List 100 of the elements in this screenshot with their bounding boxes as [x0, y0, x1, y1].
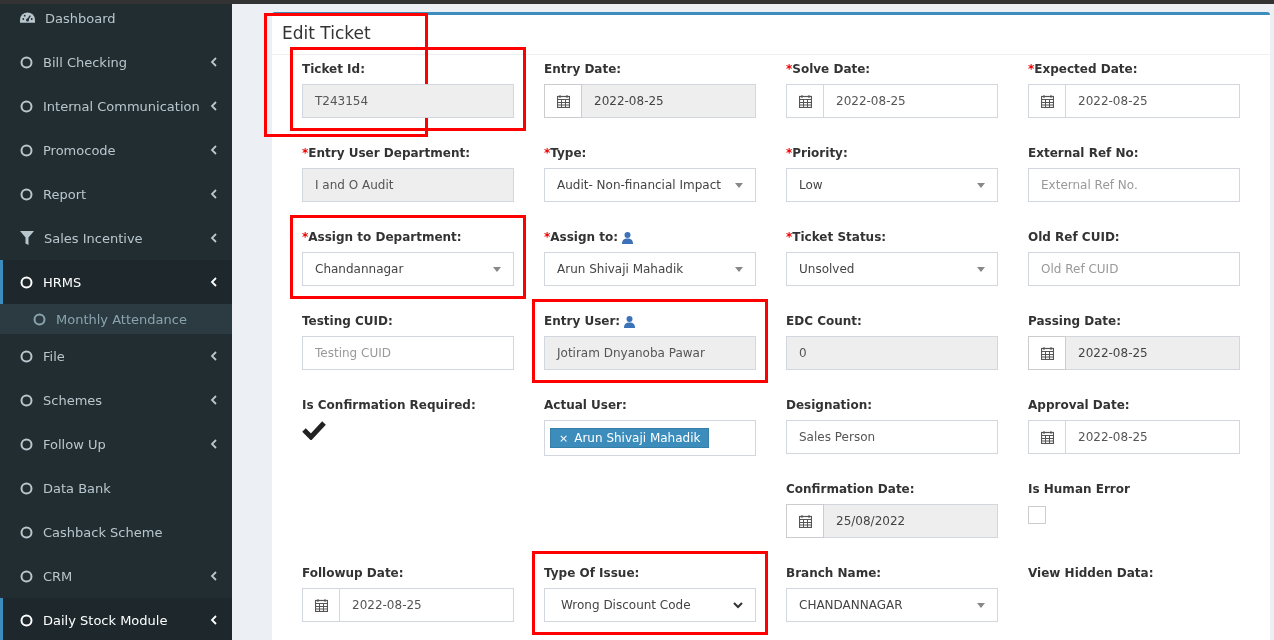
sidebar-item[interactable]: Dashboard	[0, 0, 232, 40]
sidebar-item[interactable]: Report	[0, 172, 232, 216]
dropdown-value: Low	[799, 178, 823, 192]
field-label: Assign to:	[550, 230, 619, 244]
sidebar-item[interactable]: Promocode	[0, 128, 232, 172]
filter-icon	[20, 231, 34, 245]
calendar-icon	[314, 598, 328, 612]
field-label: Confirmation Date:	[786, 482, 915, 496]
sidebar-item[interactable]: Schemes	[0, 378, 232, 422]
tag-field[interactable]: × Arun Shivaji Mahadik	[544, 420, 756, 456]
calendar-icon	[798, 514, 812, 528]
sidebar-item[interactable]: Follow Up	[0, 422, 232, 466]
dropdown-value: Arun Shivaji Mahadik	[557, 262, 684, 276]
field-label: Solve Date:	[792, 62, 871, 76]
caret-icon	[493, 266, 501, 272]
dropdown[interactable]: Wrong Discount Code	[544, 588, 756, 622]
sidebar-item[interactable]: Daily Stock Module	[0, 598, 232, 640]
circle-icon	[20, 437, 33, 451]
item-label: Report	[43, 186, 88, 202]
calendar-icon	[1040, 346, 1054, 360]
date-field[interactable]: 2022-08-25	[1066, 420, 1240, 454]
tag-label: Arun Shivaji Mahadik	[574, 431, 701, 445]
sidebar-item[interactable]: File	[0, 334, 232, 378]
dropdown[interactable]: CHANDANNAGAR	[786, 588, 998, 622]
dropdown[interactable]: Unsolved	[786, 252, 998, 286]
required-asterisk: *	[302, 230, 309, 244]
caret-icon	[735, 182, 743, 188]
input-field[interactable]: Old Ref CUID	[1028, 252, 1240, 286]
caret-icon	[977, 266, 985, 272]
required-asterisk: *	[544, 230, 551, 244]
dropdown[interactable]: Chandannagar	[302, 252, 514, 286]
sidebar-item[interactable]: CRM	[0, 554, 232, 598]
chevron-icon	[733, 601, 743, 609]
readonly-field: Jotiram Dnyanoba Pawar	[544, 336, 756, 370]
sidebar-item[interactable]: Bill Checking	[0, 40, 232, 84]
field-label: Ticket Status:	[792, 230, 887, 244]
circle-icon	[33, 312, 46, 326]
field-label: Old Ref CUID:	[1028, 230, 1120, 244]
readonly-field: I and O Audit	[302, 168, 514, 202]
item-label: Internal Communication	[43, 98, 200, 114]
sidebar-item[interactable]: Sales Incentive	[0, 216, 232, 260]
field-label: Ticket Id:	[302, 62, 365, 76]
dropdown[interactable]: Arun Shivaji Mahadik	[544, 252, 756, 286]
circle-icon	[20, 99, 33, 113]
field-label: Priority:	[792, 146, 848, 160]
input-field[interactable]: External Ref No.	[1028, 168, 1240, 202]
field-label: Branch Name:	[786, 566, 882, 580]
required-asterisk: *	[302, 146, 309, 160]
dropdown-value: Chandannagar	[315, 262, 404, 276]
calendar-icon	[1040, 94, 1054, 108]
date-field: 2022-08-25	[1066, 336, 1240, 370]
caret-icon	[735, 266, 743, 272]
circle-icon	[20, 55, 33, 69]
required-asterisk: *	[544, 146, 551, 160]
circle-icon	[20, 187, 33, 201]
item-label: Monthly Attendance	[56, 311, 188, 327]
circle-icon	[20, 349, 33, 363]
circle-icon	[20, 613, 33, 627]
date-field: 2022-08-25	[582, 84, 756, 118]
dropdown-value: Unsolved	[799, 262, 855, 276]
item-label: File	[43, 348, 66, 364]
input-field[interactable]: Testing CUID	[302, 336, 514, 370]
sidebar-item[interactable]: Internal Communication	[0, 84, 232, 128]
dropdown[interactable]: Audit- Non-financial Impact	[544, 168, 756, 202]
item-label: HRMS	[43, 274, 83, 290]
caret-icon	[977, 182, 985, 188]
item-label: Data Bank	[43, 480, 112, 496]
field-label: Followup Date:	[302, 566, 404, 580]
sidebar-item[interactable]: HRMS	[0, 260, 232, 304]
item-label: Promocode	[43, 142, 117, 158]
remove-icon[interactable]: ×	[559, 431, 569, 445]
circle-icon	[20, 393, 33, 407]
field-label: Approval Date:	[1028, 398, 1130, 412]
input-field[interactable]: Sales Person	[786, 420, 998, 454]
tag-chip[interactable]: × Arun Shivaji Mahadik	[550, 428, 710, 448]
item-label: Dashboard	[45, 10, 117, 26]
sidebar-item[interactable]: Data Bank	[0, 466, 232, 510]
date-field[interactable]: 2022-08-25	[824, 84, 998, 118]
field-label: EDC Count:	[786, 314, 862, 328]
circle-icon	[20, 525, 33, 539]
date-field[interactable]: 2022-08-25	[1066, 84, 1240, 118]
circle-icon	[20, 143, 33, 157]
checkbox[interactable]	[1028, 506, 1046, 524]
field-label: Is Confirmation Required:	[302, 398, 476, 412]
field-label: Expected Date:	[1034, 62, 1138, 76]
calendar-icon	[798, 94, 812, 108]
item-label: Bill Checking	[43, 54, 128, 70]
dropdown-value: Audit- Non-financial Impact	[557, 178, 721, 192]
calendar-icon	[556, 94, 570, 108]
field-label: Is Human Error	[1028, 482, 1130, 496]
required-asterisk: *	[786, 146, 793, 160]
required-asterisk: *	[786, 62, 793, 76]
date-field[interactable]: 2022-08-25	[340, 588, 514, 622]
sidebar-item[interactable]: Cashback Scheme	[0, 510, 232, 554]
calendar-icon	[1040, 430, 1054, 444]
field-label: Type Of Issue:	[544, 566, 640, 580]
dropdown[interactable]: Low	[786, 168, 998, 202]
field-label: External Ref No:	[1028, 146, 1139, 160]
required-asterisk: *	[786, 230, 793, 244]
submenu-item[interactable]: Monthly Attendance	[0, 304, 232, 334]
